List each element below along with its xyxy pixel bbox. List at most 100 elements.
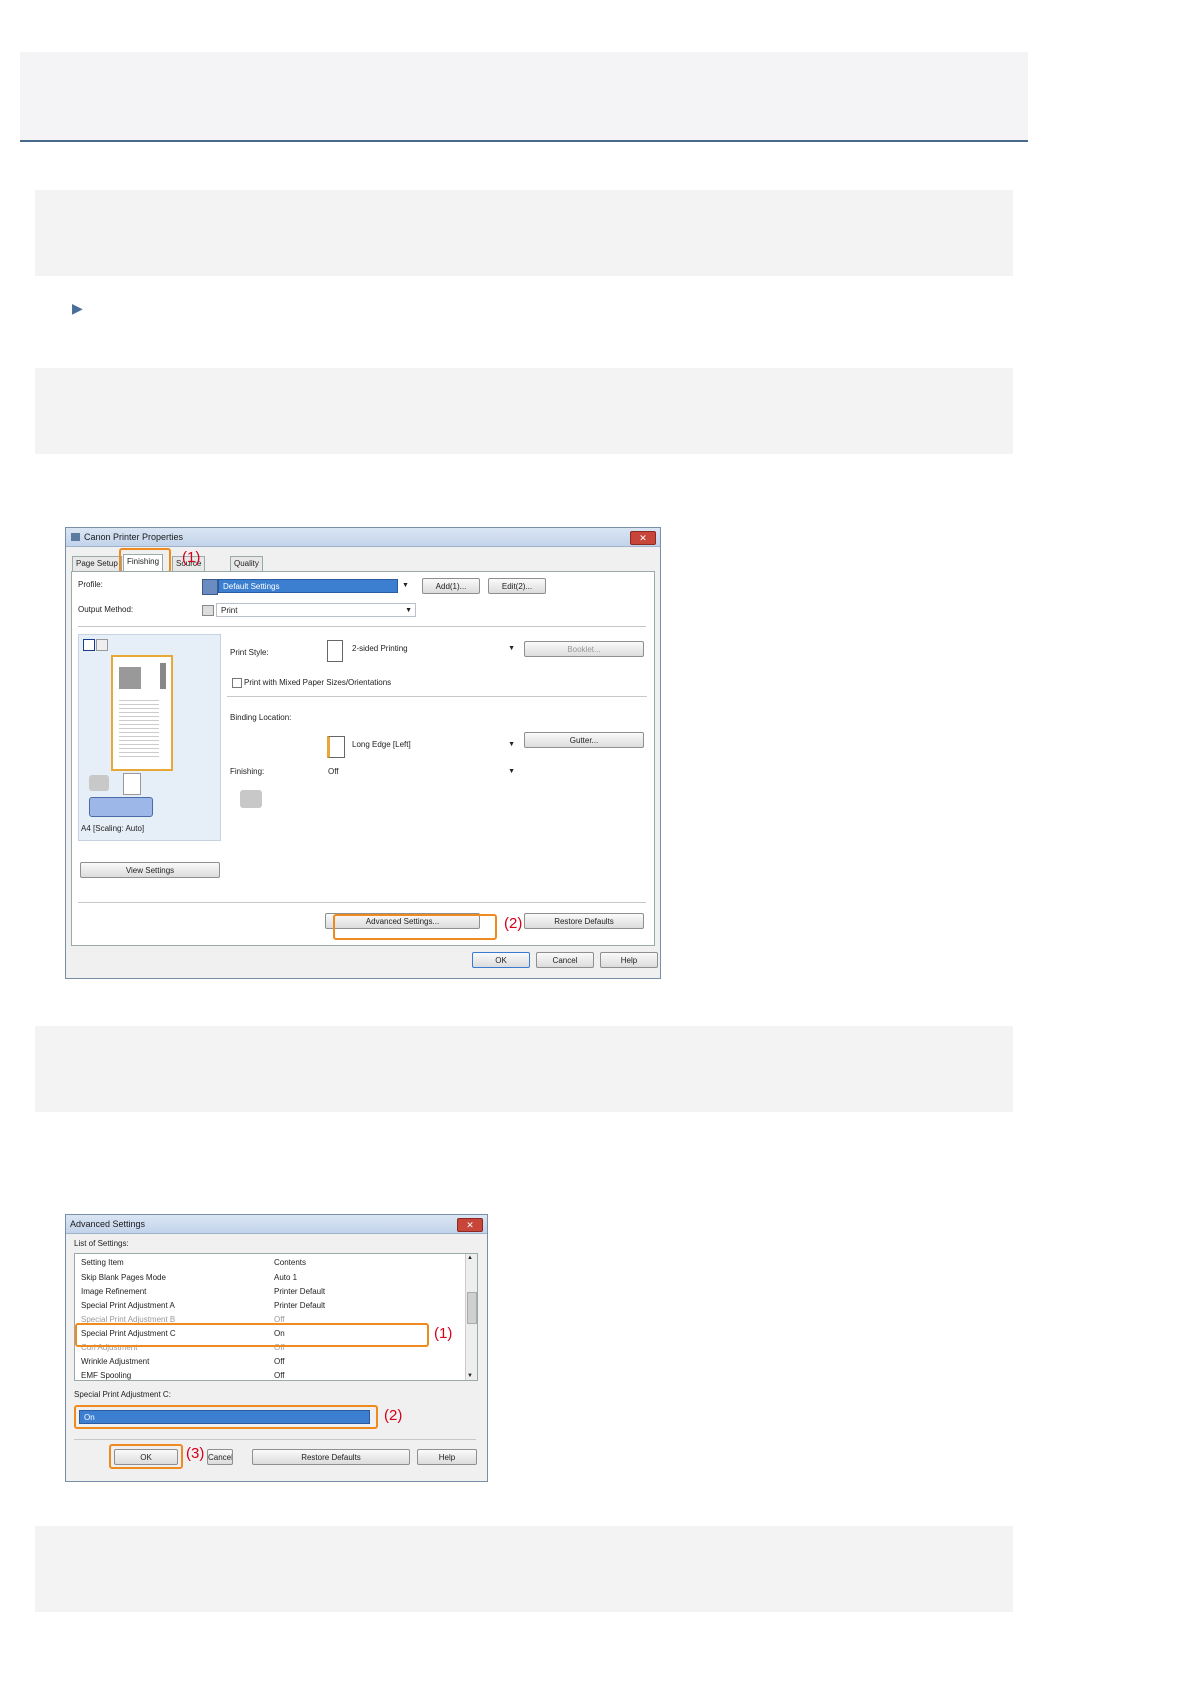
close-button[interactable]: ✕ — [630, 531, 656, 545]
cancel-button[interactable]: Cancel — [207, 1449, 233, 1465]
chevron-down-icon: ▼ — [405, 607, 412, 614]
arrow-bullet-icon: ▶ — [72, 300, 83, 316]
finisher-icon — [240, 790, 262, 808]
stack-icon — [123, 773, 141, 795]
print-style-value: 2-sided Printing — [352, 644, 408, 653]
setting-value: Auto 1 — [274, 1273, 298, 1282]
setting-item: Special Print Adjustment A — [81, 1301, 175, 1310]
scroll-up-icon[interactable]: ▲ — [467, 1255, 473, 1261]
preview-text-lines — [119, 697, 159, 757]
close-button[interactable]: ✕ — [457, 1218, 483, 1232]
printer-properties-dialog: Canon Printer Properties ✕ Page Setup Fi… — [65, 527, 661, 979]
duplex-toggle-icon[interactable] — [89, 797, 153, 817]
highlight-selected-row — [75, 1323, 429, 1347]
booklet-button[interactable]: Booklet... — [524, 641, 644, 657]
column-header-item: Setting Item — [81, 1258, 124, 1267]
printer-view-icon[interactable] — [96, 639, 108, 651]
setting-value: Printer Default — [274, 1301, 326, 1310]
profile-value: Default Settings — [223, 582, 280, 591]
mixed-paper-checkbox[interactable] — [232, 678, 242, 688]
binding-location-select[interactable]: Long Edge [Left] ▼ — [348, 738, 518, 752]
chevron-down-icon: ▼ — [508, 768, 515, 775]
cancel-button[interactable]: Cancel — [536, 952, 594, 968]
two-sided-print-icon — [327, 640, 343, 662]
help-button[interactable]: Help — [417, 1449, 477, 1465]
callout-1: (1) — [434, 1325, 453, 1342]
divider — [74, 1439, 476, 1440]
scroll-down-icon[interactable]: ▼ — [467, 1373, 473, 1379]
list-header: Setting Item Contents — [75, 1256, 477, 1269]
setting-value: Off — [274, 1357, 285, 1366]
output-method-label: Output Method: — [78, 605, 134, 614]
preview-image-block — [119, 667, 141, 689]
edit-profile-button[interactable]: Edit(2)... — [488, 578, 546, 594]
preview-binding-bar — [160, 663, 166, 689]
highlight-ok-button — [109, 1444, 183, 1469]
highlight-advanced-settings — [333, 914, 497, 940]
preview-area: A4 [Scaling: Auto] — [78, 634, 221, 841]
binding-location-label: Binding Location: — [230, 713, 292, 722]
ok-button[interactable]: OK — [472, 952, 530, 968]
step-band-4 — [35, 1526, 1013, 1612]
chevron-down-icon: ▼ — [508, 645, 515, 652]
callout-2: (2) — [384, 1407, 403, 1424]
output-method-select[interactable]: Print ▼ — [216, 603, 416, 617]
help-button[interactable]: Help — [600, 952, 658, 968]
restore-defaults-button[interactable]: Restore Defaults — [252, 1449, 410, 1465]
list-of-settings-label: List of Settings: — [74, 1239, 129, 1248]
callout-3: (3) — [186, 1445, 205, 1462]
printer-icon — [71, 533, 80, 541]
list-item[interactable]: Special Print Adjustment A Printer Defaul… — [75, 1299, 477, 1312]
step-band-1 — [35, 190, 1013, 276]
divider — [78, 902, 646, 903]
column-header-contents: Contents — [274, 1258, 307, 1267]
highlight-finishing-tab — [119, 548, 171, 573]
list-item[interactable]: Wrinkle Adjustment Off — [75, 1355, 477, 1368]
long-edge-left-icon — [327, 736, 345, 758]
advanced-settings-dialog: Advanced Settings ✕ List of Settings: Se… — [65, 1214, 488, 1482]
page-header-band — [20, 52, 1028, 142]
dialog-title: Canon Printer Properties — [84, 532, 184, 542]
dialog-title: Advanced Settings — [70, 1219, 146, 1229]
profile-select[interactable]: Default Settings — [218, 579, 398, 593]
list-item[interactable]: Image Refinement Printer Default — [75, 1285, 477, 1298]
gutter-button[interactable]: Gutter... — [524, 732, 644, 748]
step-band-3 — [35, 1026, 1013, 1112]
finishing-select[interactable]: Off ▼ — [324, 765, 518, 779]
page-view-icon[interactable] — [83, 639, 95, 651]
list-item[interactable]: Skip Blank Pages Mode Auto 1 — [75, 1271, 477, 1284]
callout-1: (1) — [182, 549, 201, 566]
dialog-titlebar: Advanced Settings ✕ — [66, 1215, 487, 1234]
setting-value: Off — [274, 1371, 285, 1380]
setting-item: Wrinkle Adjustment — [81, 1357, 150, 1366]
profile-icon — [202, 579, 218, 595]
setting-item: EMF Spooling — [81, 1371, 132, 1380]
add-profile-button[interactable]: Add(1)... — [422, 578, 480, 594]
output-method-value: Print — [221, 606, 238, 615]
list-scrollbar[interactable]: ▲ ▼ — [465, 1254, 477, 1380]
chevron-down-icon: ▼ — [508, 741, 515, 748]
restore-defaults-button[interactable]: Restore Defaults — [524, 913, 644, 929]
chevron-down-icon[interactable]: ▼ — [402, 582, 409, 589]
tab-page-setup[interactable]: Page Setup — [72, 556, 122, 572]
profile-label: Profile: — [78, 580, 103, 589]
divider — [78, 626, 646, 627]
tab-quality[interactable]: Quality — [230, 556, 263, 572]
setting-item: Skip Blank Pages Mode — [81, 1273, 166, 1282]
view-settings-button[interactable]: View Settings — [80, 862, 220, 878]
divider — [227, 696, 647, 697]
dialog-titlebar: Canon Printer Properties ✕ — [66, 528, 660, 547]
preview-caption: A4 [Scaling: Auto] — [81, 824, 145, 833]
binding-location-value: Long Edge [Left] — [352, 740, 411, 749]
print-style-label: Print Style: — [230, 648, 269, 657]
setting-value: Printer Default — [274, 1287, 326, 1296]
finisher-icon — [89, 775, 109, 791]
callout-2: (2) — [504, 915, 523, 932]
scrollbar-thumb[interactable] — [467, 1292, 477, 1324]
settings-list[interactable]: Setting Item Contents Skip Blank Pages M… — [74, 1253, 478, 1381]
print-style-select[interactable]: 2-sided Printing ▼ — [348, 642, 518, 656]
finishing-value: Off — [328, 767, 339, 776]
finishing-panel: Profile: Default Settings ▼ Add(1)... Ed… — [71, 571, 655, 946]
list-item[interactable]: EMF Spooling Off — [75, 1369, 477, 1380]
page-preview — [111, 655, 173, 771]
